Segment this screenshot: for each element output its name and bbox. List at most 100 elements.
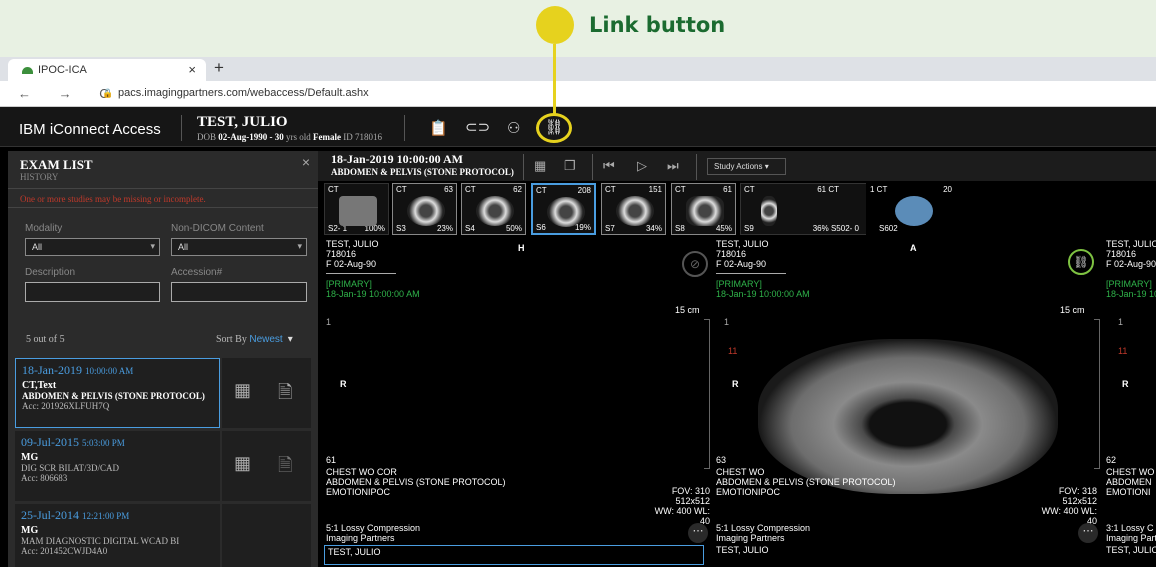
- layout-icon[interactable]: ▦: [534, 158, 546, 174]
- pacs-app: IBM iConnect Access TEST, JULIO DOB 02-A…: [0, 107, 1156, 567]
- viewport-2[interactable]: TEST, JULIO 718016 F 02-Aug-90 [PRIMARY] 18…: [710, 239, 1102, 567]
- layout-grid-icon[interactable]: ▦: [234, 380, 251, 401]
- slice-number: 62: [1106, 455, 1117, 465]
- separator: [716, 273, 786, 274]
- scale-ruler: [1094, 319, 1100, 469]
- separator: [326, 273, 396, 274]
- image-viewer: 18-Jan-2019 10:00:00 AM ABDOMEN & PELVIS…: [318, 151, 1156, 567]
- more-options-icon[interactable]: ⋯: [688, 523, 708, 543]
- divider: [404, 115, 405, 141]
- accession-label: Accession#: [171, 267, 223, 278]
- exam-item[interactable]: 09-Jul-2015 5:03:00 PM MG DIG SCR BILAT/…: [15, 431, 220, 501]
- sort-control[interactable]: Sort By Newest ▾: [216, 334, 293, 345]
- divider: [523, 154, 524, 180]
- modality-select[interactable]: All ▾: [25, 238, 160, 256]
- ruler-label: 1: [326, 317, 332, 327]
- modality-label: Modality: [25, 223, 63, 234]
- series-info: CHEST WO ABDOMEN & PELVIS (STONE PROTOCOL…: [716, 467, 896, 497]
- more-options-icon[interactable]: ⋯: [1078, 523, 1098, 543]
- series-thumbnails: CT S2- 1 100% CT 63 S3 23% CT 62 S4 50% CT 208 S6 1…: [318, 183, 1156, 236]
- ruler-label: 11: [728, 346, 738, 356]
- callout-label: Link button: [589, 13, 726, 37]
- callout-leader-line: [553, 44, 556, 116]
- viewport-1[interactable]: TEST, JULIO 718016 F 02-Aug-90 [PRIMARY] 18…: [318, 239, 710, 567]
- document-icon[interactable]: 🗎: [278, 380, 292, 410]
- nondicom-label: Non-DICOM Content: [171, 223, 264, 234]
- panel-title: EXAM LIST: [20, 157, 93, 172]
- compression-info: 3:1 Lossy C Imaging Part: [1106, 523, 1156, 543]
- tab-title: IPOC-ICA: [38, 64, 87, 76]
- series-info: CHEST WO ABDOMEN EMOTIONI: [1106, 467, 1155, 497]
- address-bar: ← → C 🔒 pacs.imagingpartners.com/webacce…: [0, 81, 1156, 107]
- study-date: 18-Jan-2019 10:00:00 AM: [331, 152, 463, 166]
- lock-icon: 🔒: [102, 88, 114, 98]
- series-thumbnail[interactable]: CT 61 CT S9 36% S502- 0: [740, 183, 880, 235]
- next-viewport-header: TEST, JULIO: [716, 545, 769, 555]
- patient-name: TEST, JULIO: [197, 114, 288, 130]
- description-input[interactable]: [25, 282, 160, 302]
- series-thumbnail[interactable]: CT 62 S4 50%: [461, 183, 526, 235]
- exam-actions: [222, 504, 311, 567]
- result-count: 5 out of 5: [26, 334, 65, 345]
- series-thumbnail[interactable]: CT 208 S6 19%: [531, 183, 596, 235]
- exam-actions: ▦ 🗎: [222, 431, 311, 501]
- divider: [696, 154, 697, 180]
- nondicom-select[interactable]: All ▾: [171, 238, 307, 256]
- annotation-header: Link button: [0, 0, 1156, 57]
- series-thumbnail[interactable]: CT 61 S8 45%: [671, 183, 736, 235]
- compression-info: 5:1 Lossy Compression Imaging Partners: [716, 523, 811, 543]
- app-brand: IBM iConnect Access: [19, 121, 161, 138]
- user-icon[interactable]: ⚇: [507, 119, 520, 137]
- first-icon[interactable]: ⏮: [603, 158, 615, 174]
- link-icon[interactable]: ⛓: [1068, 249, 1094, 275]
- viewer-header: 18-Jan-2019 10:00:00 AM ABDOMEN & PELVIS…: [318, 151, 1156, 181]
- image-info: FOV: 310 512x512: [671, 486, 710, 506]
- viewport-3[interactable]: TEST, JULIO 718016 F 02-Aug-90 [PRIMARY] 18…: [1102, 239, 1156, 567]
- scale-label: 15 cm: [1060, 305, 1085, 315]
- pane-1-primary: [PRIMARY] 18-Jan-19 10:00:00 AM: [326, 279, 420, 299]
- divider: [592, 154, 593, 180]
- next-viewport-header: TEST, JULIO: [324, 545, 704, 565]
- series-info: CHEST WO COR ABDOMEN & PELVIS (STONE PROT…: [326, 467, 506, 497]
- description-label: Description: [25, 267, 76, 278]
- slice-number: 61: [326, 455, 337, 465]
- last-icon[interactable]: ⏭: [667, 158, 679, 174]
- tab-close-icon[interactable]: ×: [188, 62, 196, 77]
- series-thumbnail[interactable]: CT 63 S3 23%: [392, 183, 457, 235]
- app-header: IBM iConnect Access TEST, JULIO DOB 02-A…: [0, 107, 1156, 147]
- ruler-label: 1: [1118, 317, 1124, 327]
- study-actions-button[interactable]: Study Actions ▾: [707, 158, 786, 175]
- exam-item[interactable]: 25-Jul-2014 12:21:00 PM MG MAM DIAGNOSTI…: [15, 504, 220, 567]
- divider: [181, 115, 182, 141]
- orientation-label: R: [732, 379, 739, 389]
- unlink-icon[interactable]: ⊘: [682, 251, 708, 277]
- slice-number: 63: [716, 455, 727, 465]
- document-icon[interactable]: 🗎: [278, 453, 292, 483]
- series-thumbnail[interactable]: CT 151 S7 34%: [601, 183, 666, 235]
- study-description: ABDOMEN & PELVIS (STONE PROTOCOL): [331, 167, 514, 177]
- orientation-label: H: [518, 243, 525, 253]
- series-thumbnail[interactable]: CT S2- 1 100%: [324, 183, 389, 235]
- patient-info: DOB 02-Aug-1990 - 30 yrs old Female ID 7…: [197, 132, 382, 142]
- link-button[interactable]: ⛓: [536, 113, 572, 143]
- exam-item[interactable]: 18-Jan-2019 10:00:00 AM CT,Text ABDOMEN …: [15, 358, 220, 428]
- toggle-icon[interactable]: ⊂⊃: [465, 118, 490, 136]
- exam-actions: ▦ 🗎: [222, 358, 311, 428]
- copy-icon[interactable]: ❐: [564, 158, 576, 174]
- close-icon[interactable]: ×: [302, 154, 310, 170]
- clipboard-icon[interactable]: 📋: [429, 119, 448, 137]
- orientation-label: A: [910, 243, 917, 253]
- accession-input[interactable]: [171, 282, 307, 302]
- new-tab-button[interactable]: +: [214, 58, 224, 78]
- warning-message: One or more studies may be missing or in…: [8, 188, 318, 208]
- play-icon[interactable]: ▷: [637, 158, 647, 174]
- scale-label: 15 cm: [675, 305, 700, 315]
- url-field[interactable]: pacs.imagingpartners.com/webaccess/Defau…: [118, 87, 369, 99]
- browser-tab[interactable]: IPOC-ICA ×: [8, 59, 206, 81]
- layout-grid-icon[interactable]: ▦: [234, 453, 251, 474]
- site-favicon-icon: [22, 67, 33, 74]
- orientation-label: R: [340, 379, 347, 389]
- ruler-label: 11: [1118, 346, 1128, 356]
- panel-subtitle: HISTORY: [20, 172, 59, 182]
- series-thumbnail[interactable]: 1 CT 20 S602: [866, 183, 956, 235]
